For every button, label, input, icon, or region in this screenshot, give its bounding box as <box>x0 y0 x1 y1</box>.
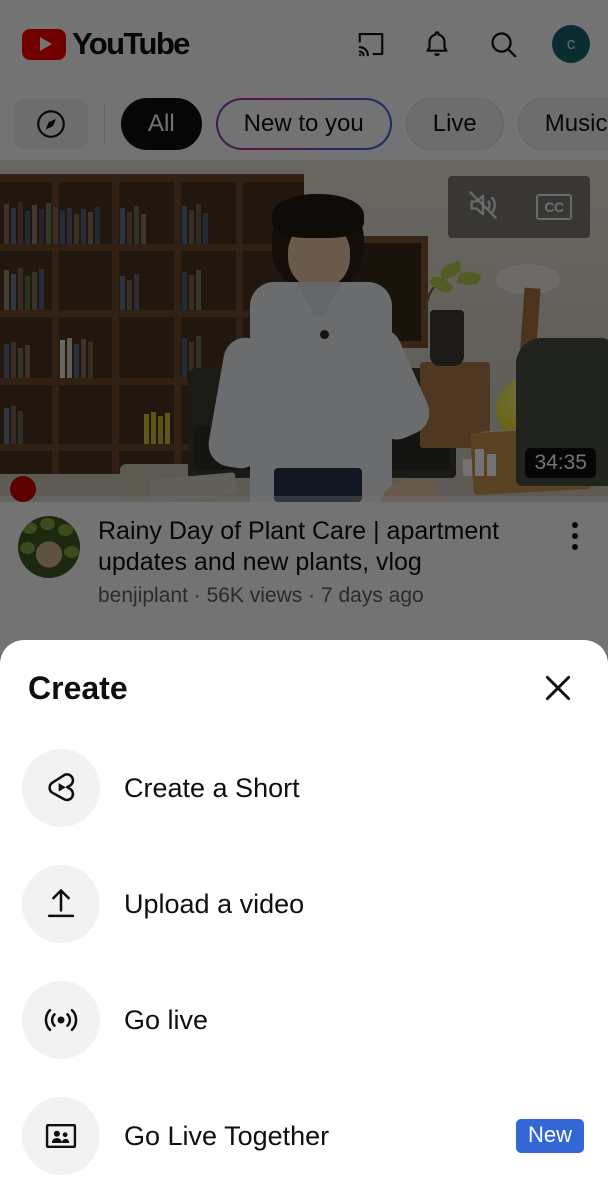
upload-a-video-item[interactable]: Upload a video <box>0 846 608 962</box>
upload-icon <box>22 865 100 943</box>
create-options-list: Create a Short Upload a video Go live Go… <box>0 708 608 1194</box>
go-live-together-item[interactable]: Go Live Together New <box>0 1078 608 1194</box>
close-icon[interactable] <box>538 668 578 708</box>
youtube-mobile-screen: YouTube <box>0 0 608 1200</box>
sheet-header: Create <box>0 640 608 708</box>
go-live-together-label: Go Live Together <box>124 1120 330 1151</box>
go-live-together-icon <box>22 1097 100 1175</box>
shorts-icon <box>22 749 100 827</box>
create-a-short-item[interactable]: Create a Short <box>0 730 608 846</box>
go-live-item[interactable]: Go live <box>0 962 608 1078</box>
upload-a-video-label: Upload a video <box>124 888 305 919</box>
go-live-label: Go live <box>124 1004 209 1035</box>
new-badge: New <box>515 1119 584 1153</box>
broadcast-icon <box>22 981 100 1059</box>
create-bottom-sheet: Create Create a Short Upload a video Go … <box>0 640 608 1200</box>
sheet-title: Create <box>28 669 128 706</box>
create-a-short-label: Create a Short <box>124 772 300 803</box>
